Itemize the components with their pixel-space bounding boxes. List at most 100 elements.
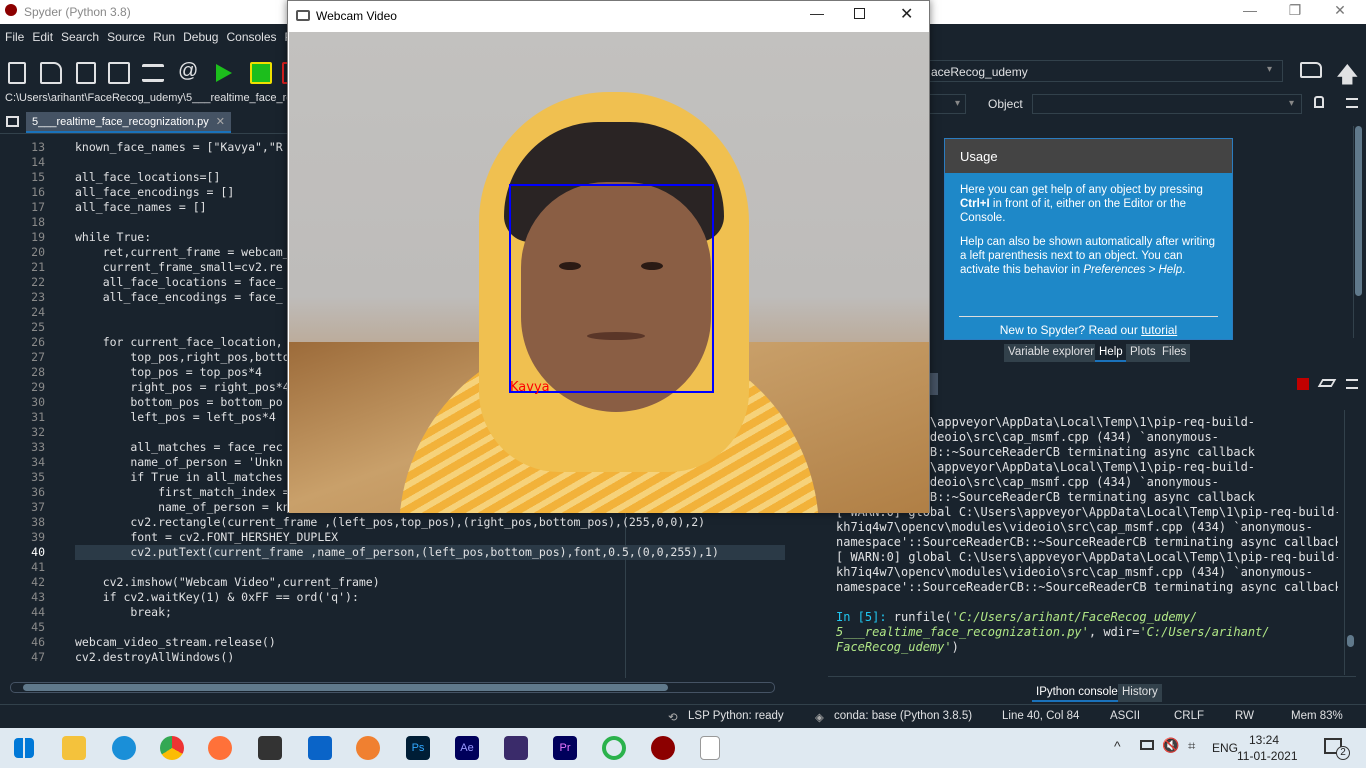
tab-history[interactable]: History [1118, 684, 1162, 702]
notification-count: 2 [1336, 746, 1350, 760]
code-line: name_of_person = kn [75, 500, 290, 514]
tab-realtime-face-recognization[interactable]: 5___realtime_face_recognization.py ✕ [26, 112, 232, 133]
code-line: cv2.imshow("Webcam Video",current_frame) [75, 575, 380, 589]
restore-icon[interactable]: ❐ [1285, 2, 1305, 19]
photoshop-icon[interactable]: Ps [406, 736, 430, 760]
tab-plots[interactable]: Plots [1126, 344, 1160, 362]
scroll-thumb[interactable] [1355, 126, 1362, 296]
speaker-muted-icon[interactable]: 🔇 [1162, 737, 1179, 754]
console-options-icon[interactable] [1346, 379, 1358, 389]
open-folder-icon[interactable] [40, 62, 62, 84]
taskbar: Ps Ae Pr ^ 🔇 ⌗ ENG 13:24 11-01-2021 2 [0, 728, 1366, 768]
usage-paragraph-1: Here you can get help of any object by p… [945, 173, 1232, 225]
line-number: 46 [31, 635, 45, 649]
run-icon[interactable] [216, 64, 232, 82]
console-argument: FaceRecog_udemy' [836, 640, 952, 654]
network-icon[interactable]: ⌗ [1188, 738, 1195, 754]
window-title: Spyder (Python 3.8) [24, 5, 131, 19]
line-number: 33 [31, 440, 45, 454]
language-indicator[interactable]: ENG [1212, 741, 1238, 755]
menu-run[interactable]: Run [148, 26, 178, 44]
sync-icon[interactable] [602, 736, 626, 760]
after-effects-icon[interactable]: Ae [455, 736, 479, 760]
webcam-minimize-icon[interactable]: — [810, 5, 824, 21]
lock-icon[interactable] [1314, 96, 1324, 108]
stop-icon[interactable] [1297, 378, 1309, 390]
code-line: known_face_names = ["Kavya","R [75, 140, 283, 154]
battery-icon[interactable] [1140, 740, 1154, 750]
code-line: top_pos,right_pos,botto [75, 350, 290, 364]
options-menu-icon[interactable] [1346, 98, 1358, 108]
menu-search[interactable]: Search [56, 26, 102, 44]
webcam-video-window[interactable]: Webcam Video — ✕ Kavya [287, 0, 930, 513]
document-icon[interactable] [700, 736, 720, 760]
line-number: 16 [31, 185, 45, 199]
lsp-icon: ⟲ [668, 712, 678, 724]
conda-status: conda: base (Python 3.8.5) [834, 710, 973, 722]
parent-directory-icon[interactable]: 🡅 [1336, 58, 1359, 96]
console-input-line: 5___realtime_face_recognization.py', wdi… [836, 625, 1270, 639]
edge-icon[interactable] [112, 736, 136, 760]
tutorial-link[interactable]: tutorial [1141, 323, 1177, 337]
code-line: cv2.putText(current_frame ,name_of_perso… [75, 545, 719, 559]
mail-icon[interactable] [308, 736, 332, 760]
firefox-icon[interactable] [208, 736, 232, 760]
tab-help[interactable]: Help [1095, 344, 1127, 362]
menu-debug[interactable]: Debug [178, 26, 221, 44]
browse-folder-icon[interactable] [1300, 62, 1322, 78]
menu-file[interactable]: File [0, 26, 27, 44]
anaconda-icon[interactable] [356, 736, 380, 760]
premiere-icon[interactable]: Pr [553, 736, 577, 760]
webcam-maximize-icon[interactable] [854, 8, 865, 19]
save-all-icon[interactable] [108, 62, 130, 84]
code-line: all_matches = face_rec [75, 440, 283, 454]
tab-files[interactable]: Files [1158, 344, 1191, 362]
clock-date[interactable]: 11-01-2021 [1237, 749, 1298, 763]
close-icon[interactable]: ✕ [1330, 2, 1350, 19]
windows-start-icon[interactable] [14, 738, 34, 758]
console-argument: 'C:/Users/arihant/ [1139, 625, 1270, 639]
tab-ipython-console[interactable]: IPython console [1032, 684, 1122, 702]
line-endings: CRLF [1174, 710, 1205, 722]
file-explorer-icon[interactable] [62, 736, 86, 760]
new-file-icon[interactable] [8, 62, 26, 84]
usage-preferences: Preferences > Help [1083, 264, 1183, 276]
code-line: left_pos = left_pos*4 [75, 410, 276, 424]
eraser-icon[interactable] [1317, 379, 1337, 387]
code-line: all_face_encodings = face_ [75, 290, 283, 304]
source-combo[interactable]: ▾ [928, 94, 966, 114]
menu-consoles[interactable]: Consoles [221, 26, 279, 44]
browse-tabs-icon[interactable] [6, 116, 19, 127]
help-scrollbar[interactable] [1353, 126, 1363, 338]
at-icon[interactable]: @ [178, 60, 198, 83]
console-scrollbar[interactable] [1344, 410, 1356, 675]
code-line: right_pos = right_pos*4 [75, 380, 290, 394]
list-icon[interactable] [142, 64, 164, 82]
code-line: cv2.rectangle(current_frame ,(left_pos,t… [75, 515, 706, 529]
minimize-icon[interactable]: — [1240, 2, 1260, 18]
spyder-taskbar-icon[interactable] [651, 736, 675, 760]
tray-chevron-icon[interactable]: ^ [1114, 738, 1121, 754]
tab-variable-explorer[interactable]: Variable explorer [1004, 344, 1099, 362]
tab-close-icon[interactable]: ✕ [216, 116, 225, 128]
chrome-icon[interactable] [160, 736, 184, 760]
store-icon[interactable] [258, 736, 282, 760]
scroll-thumb[interactable] [1347, 635, 1354, 647]
console-argument: 'C:/Users/arihant/FaceRecog_udemy/ [951, 610, 1198, 624]
help-usage-panel: Usage Here you can get help of any objec… [944, 138, 1233, 340]
run-cell-icon[interactable] [250, 62, 272, 84]
line-number: 27 [31, 350, 45, 364]
code-line: break; [75, 605, 172, 619]
editor-horizontal-scrollbar[interactable] [10, 682, 775, 693]
chevron-down-icon[interactable]: ▾ [1267, 64, 1272, 75]
visual-studio-icon[interactable] [504, 736, 528, 760]
scroll-thumb[interactable] [23, 684, 668, 691]
menu-source[interactable]: Source [102, 26, 148, 44]
save-icon[interactable] [76, 62, 96, 84]
webcam-close-icon[interactable]: ✕ [900, 4, 913, 24]
menu-edit[interactable]: Edit [27, 26, 56, 44]
object-input[interactable]: ▾ [1032, 94, 1302, 114]
working-directory-field[interactable]: aceRecog_udemy ▾ [928, 60, 1283, 82]
menu-bar: FileEditSearchSourceRunDebugConsolesPr [0, 26, 300, 48]
clock-time[interactable]: 13:24 [1249, 733, 1279, 747]
